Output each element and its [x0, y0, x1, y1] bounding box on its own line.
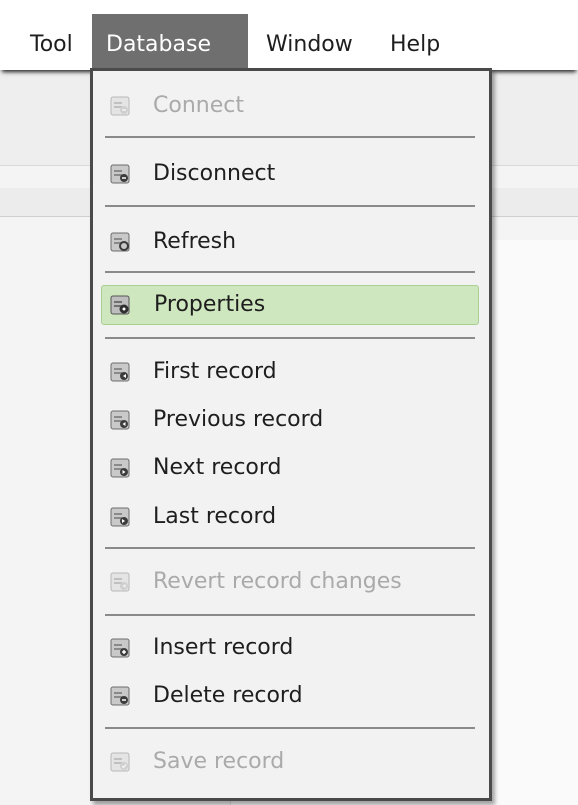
delete-record-icon — [110, 686, 130, 706]
menu-item-first-record[interactable]: First record — [101, 352, 479, 392]
revert-icon — [110, 572, 130, 592]
database-dropdown-menu: Connect Disconnect Refresh Properties Fi… — [90, 68, 492, 801]
menu-item-label: Refresh — [153, 229, 237, 254]
properties-icon — [110, 295, 130, 315]
menu-item-label: Properties — [154, 292, 266, 317]
menu-item-connect[interactable]: Connect — [101, 86, 479, 126]
previous-record-icon — [110, 410, 130, 430]
menu-item-next-record[interactable]: Next record — [101, 448, 479, 488]
menu-item-last-record[interactable]: Last record — [101, 497, 479, 537]
menu-separator — [105, 547, 475, 549]
menu-item-revert-record-changes[interactable]: Revert record changes — [101, 562, 479, 602]
menu-separator — [105, 136, 475, 138]
refresh-icon — [110, 232, 130, 252]
menu-item-label: Delete record — [153, 683, 303, 708]
menu-tool[interactable]: Tool — [20, 14, 83, 70]
menu-item-label: Connect — [153, 93, 244, 118]
menu-separator — [105, 727, 475, 729]
menu-item-label: Insert record — [153, 635, 294, 660]
menu-item-label: Last record — [153, 504, 277, 529]
insert-record-icon — [110, 638, 130, 658]
first-record-icon — [110, 362, 130, 382]
disconnect-icon — [110, 164, 130, 184]
menu-item-label: Next record — [153, 455, 282, 480]
menu-separator — [105, 337, 475, 339]
menu-database[interactable]: Database — [92, 14, 248, 70]
next-record-icon — [110, 458, 130, 478]
menu-item-disconnect[interactable]: Disconnect — [101, 154, 479, 194]
last-record-icon — [110, 507, 130, 527]
menu-separator — [105, 271, 475, 273]
menu-item-properties[interactable]: Properties — [101, 285, 479, 325]
menu-item-label: Revert record changes — [153, 569, 402, 594]
menu-item-delete-record[interactable]: Delete record — [101, 676, 479, 716]
menu-separator — [105, 614, 475, 616]
menu-item-save-record[interactable]: Save record — [101, 742, 479, 782]
save-record-icon — [110, 752, 130, 772]
menubar: Tool Database Window Help — [0, 0, 578, 70]
menu-item-label: First record — [153, 359, 277, 384]
menu-separator — [105, 205, 475, 207]
menu-help[interactable]: Help — [380, 14, 450, 70]
menu-item-refresh[interactable]: Refresh — [101, 222, 479, 262]
menu-window[interactable]: Window — [256, 14, 363, 70]
menu-item-label: Disconnect — [153, 161, 276, 186]
menu-item-previous-record[interactable]: Previous record — [101, 400, 479, 440]
menu-item-label: Previous record — [153, 407, 324, 432]
connect-icon — [110, 96, 130, 116]
menu-item-label: Save record — [153, 749, 285, 774]
menu-item-insert-record[interactable]: Insert record — [101, 628, 479, 668]
